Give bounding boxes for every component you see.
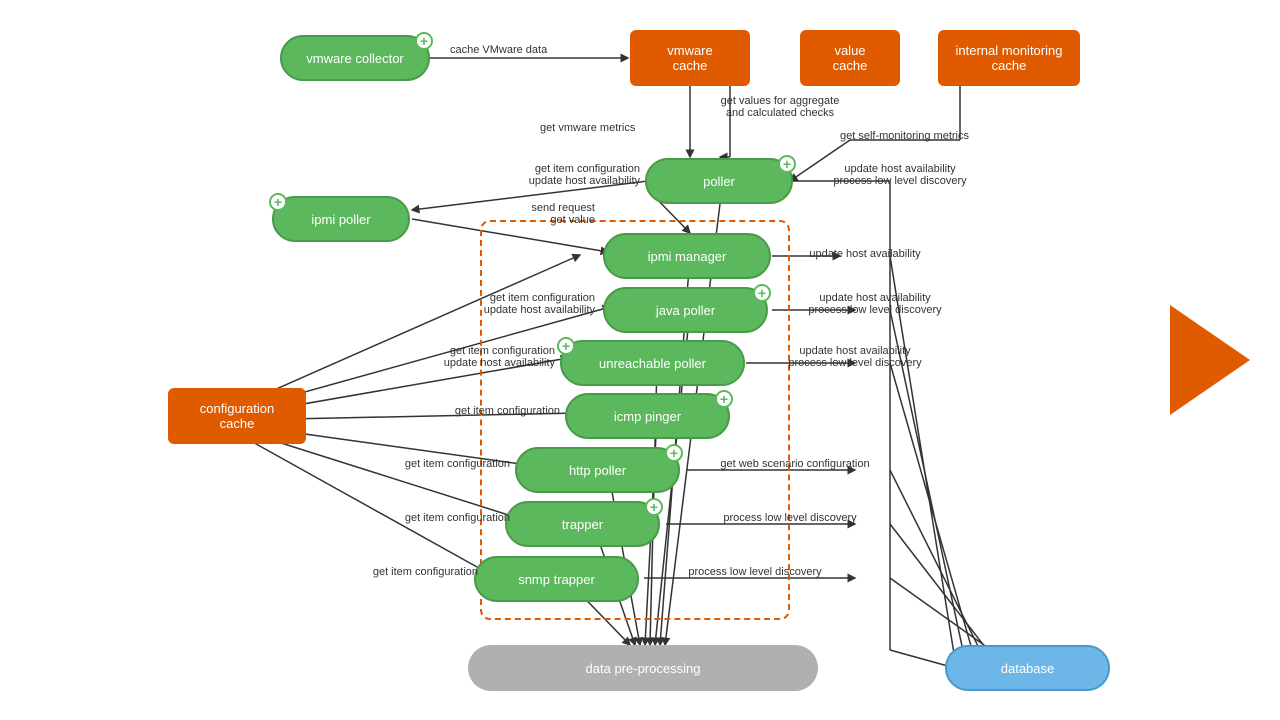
label-get-item-icmp: get item configuration (360, 405, 560, 417)
label-get-item-snmp: get item configuration (330, 566, 478, 578)
ipmi-poller-node: ipmi poller + (272, 196, 410, 242)
unreachable-poller-label: unreachable poller (599, 356, 706, 371)
label-web-scenario: get web scenario configuration (695, 458, 895, 470)
label-process-low-trapper: process low level discovery (695, 512, 885, 524)
label-get-item-java: get item configurationupdate host availa… (385, 292, 595, 316)
vmware-collector-plus: + (415, 32, 433, 50)
internal-cache-node: internal monitoringcache (938, 30, 1080, 86)
trapper-plus: + (645, 498, 663, 516)
vmware-collector-label: vmware collector (306, 51, 404, 66)
java-poller-label: java poller (656, 303, 715, 318)
config-cache-node: configurationcache (168, 388, 306, 444)
label-get-vmware: get vmware metrics (540, 122, 635, 134)
ipmi-manager-node: ipmi manager (603, 233, 771, 279)
ipmi-poller-plus: + (269, 193, 287, 211)
label-get-item-http: get item configuration (330, 458, 510, 470)
diagram-container: vmware collector + vmwarecache valuecach… (0, 0, 1280, 720)
data-preprocessing-node: data pre-processing (468, 645, 818, 691)
database-node: database (945, 645, 1110, 691)
label-update-host-process-poller: update host availabilityprocess low leve… (800, 163, 1000, 187)
label-send-request: send requestget value (420, 202, 595, 226)
value-cache-node: valuecache (800, 30, 900, 86)
trapper-label: trapper (562, 517, 603, 532)
label-get-item-config-poller: get item configurationupdate host availa… (420, 163, 640, 187)
vmware-collector-node: vmware collector + (280, 35, 430, 81)
http-poller-plus: + (665, 444, 683, 462)
http-poller-node: http poller + (515, 447, 680, 493)
unreachable-poller-plus: + (557, 337, 575, 355)
config-cache-label: configurationcache (200, 401, 274, 431)
java-poller-node: java poller + (603, 287, 768, 333)
snmp-trapper-label: snmp trapper (518, 572, 595, 587)
data-preprocessing-label: data pre-processing (586, 661, 701, 676)
icmp-pinger-plus: + (715, 390, 733, 408)
icmp-pinger-node: icmp pinger + (565, 393, 730, 439)
label-get-values-aggregate: get values for aggregateand calculated c… (700, 95, 860, 119)
vmware-cache-label: vmwarecache (667, 43, 713, 73)
label-update-host-unreachable: update host availabilityprocess low leve… (755, 345, 955, 369)
label-get-item-unreachable: get item configurationupdate host availa… (350, 345, 555, 369)
vmware-cache-node: vmwarecache (630, 30, 750, 86)
http-poller-label: http poller (569, 463, 626, 478)
poller-plus: + (778, 155, 796, 173)
unreachable-poller-node: unreachable poller + (560, 340, 745, 386)
database-label: database (1001, 661, 1055, 676)
label-get-self-monitoring: get self-monitoring metrics (840, 130, 969, 142)
trapper-node: trapper + (505, 501, 660, 547)
label-update-host-ipmi: update host availability (775, 248, 955, 260)
poller-label: poller (703, 174, 735, 189)
java-poller-plus: + (753, 284, 771, 302)
value-cache-label: valuecache (833, 43, 868, 73)
icmp-pinger-label: icmp pinger (614, 409, 681, 424)
label-update-host-java: update host availabilityprocess low leve… (775, 292, 975, 316)
snmp-trapper-node: snmp trapper (474, 556, 639, 602)
poller-node: poller + (645, 158, 793, 204)
ipmi-manager-label: ipmi manager (648, 249, 727, 264)
internal-cache-label: internal monitoringcache (956, 43, 1063, 73)
label-process-low-snmp: process low level discovery (660, 566, 850, 578)
nav-arrow[interactable] (1170, 305, 1250, 415)
ipmi-poller-label: ipmi poller (311, 212, 370, 227)
label-cache-vmware: cache VMware data (450, 44, 547, 56)
label-get-item-trapper: get item configuration (330, 512, 510, 524)
